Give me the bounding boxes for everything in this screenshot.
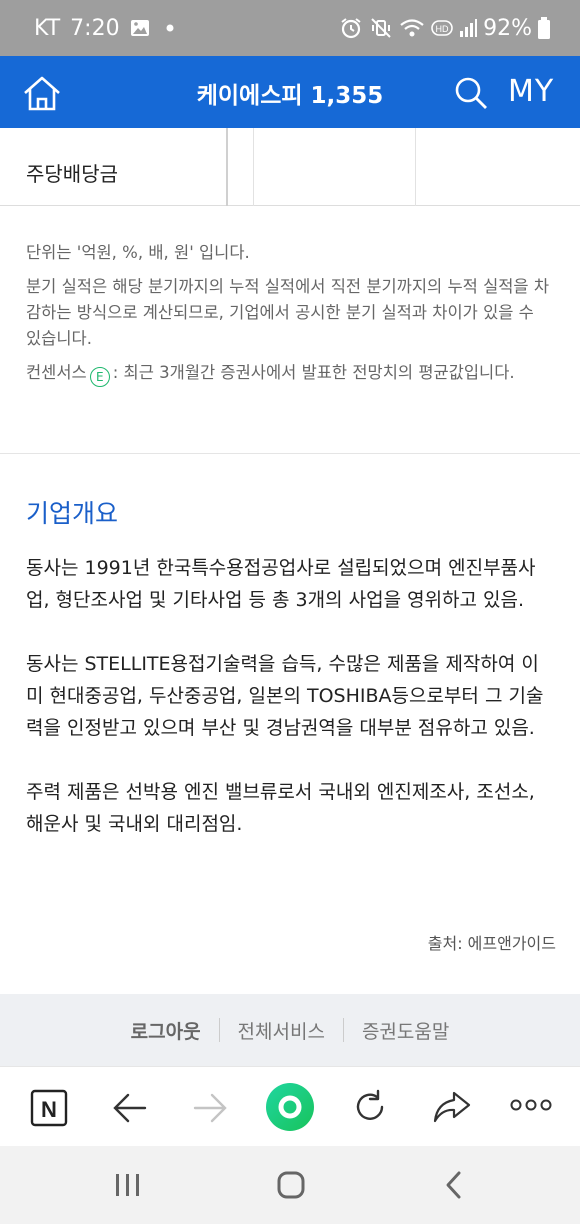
consensus-text: : 최근 3개월간 증권사에서 발표한 전망치의 평균값입니다. [112,363,515,382]
more-button[interactable] [510,1097,552,1117]
home-nav-button[interactable] [276,1170,306,1204]
overview-body: 동사는 1991년 한국특수용접공업사로 설립되었으며 엔진부품사업, 형단조사… [26,552,556,840]
home-icon [24,76,60,111]
recent-apps-icon [116,1174,139,1196]
battery-percent: 92% [483,15,532,41]
source-label: 출처: 에프앤가이드 [427,934,556,953]
search-icon [455,77,487,109]
unit-note: 단위는 '억원, %, 배, 원' 입니다. [26,243,250,262]
consensus-prefix: 컨센서스 [26,363,87,382]
forward-arrow-icon [193,1093,227,1123]
overview-paragraph: 동사는 STELLITE용접기술력을 습득, 수많은 제품을 제작하여 이미 현… [26,653,544,739]
gallery-icon [130,19,150,37]
green-dot-button[interactable] [264,1081,316,1137]
quarter-note: 분기 실적은 해당 분기까지의 누적 실적에서 직전 분기까지의 누적 실적을 … [26,277,550,348]
logout-link[interactable]: 로그아웃 [113,1017,219,1044]
naver-n-icon: N [30,1089,68,1127]
recent-apps-button[interactable] [114,1172,142,1202]
green-dot-icon [266,1083,314,1131]
table-cell [254,128,416,206]
system-nav-bar [0,1146,580,1224]
more-dots-icon [510,1099,552,1111]
footer-links: 로그아웃 전체서비스 증권도움말 [0,994,580,1066]
search-button[interactable] [454,76,488,110]
home-button[interactable] [22,74,62,114]
page-title: 케이에스피 1,355 [196,83,384,109]
back-nav-button[interactable] [442,1170,466,1204]
signal-icon [459,18,478,38]
consensus-note: 컨센서스 E: 최근 3개월간 증권사에서 발표한 전망치의 평균값입니다. [26,360,552,387]
my-button[interactable]: MY [508,74,554,109]
back-button[interactable] [112,1091,148,1129]
overview-paragraph: 주력 제품은 선박용 엔진 밸브류로서 국내외 엔진제조사, 조선소, 해운사 … [26,781,535,835]
time-label: 7:20 [70,15,120,41]
overview-paragraph: 동사는 1991년 한국특수용접공업사로 설립되었으며 엔진부품사업, 형단조사… [26,557,536,611]
back-arrow-icon [113,1093,147,1123]
dot-icon [160,23,180,33]
table-cell [228,128,254,206]
app-header: 케이에스피 1,355 MY [0,56,580,128]
home-nav-icon [277,1171,305,1199]
svg-text:HD: HD [436,24,449,34]
all-services-link[interactable]: 전체서비스 [220,1017,343,1044]
forward-button[interactable] [192,1091,228,1129]
svg-text:N: N [41,1097,57,1122]
back-chevron-icon [446,1171,461,1199]
refresh-button[interactable] [352,1089,388,1129]
wifi-icon [399,17,425,39]
share-button[interactable] [432,1089,472,1129]
company-overview: 기업개요 동사는 1991년 한국특수용접공업사로 설립되었으며 엔진부품사업,… [0,456,580,992]
dividend-row: 주당배당금 [0,128,580,206]
share-arrow-icon [433,1091,471,1123]
hd-icon: HD [431,19,453,37]
table-cell [416,128,580,206]
browser-toolbar: N [0,1066,580,1146]
alarm-icon [339,16,363,40]
row-label: 주당배당금 [0,128,228,206]
vibrate-mute-icon [369,16,393,40]
carrier-label: KT [34,15,61,41]
consensus-badge-icon: E [89,367,110,387]
naver-home-button[interactable]: N [30,1089,68,1131]
refresh-icon [356,1089,384,1120]
help-link[interactable]: 증권도움말 [344,1017,467,1044]
battery-icon [538,17,550,39]
notes-section: 단위는 '억원, %, 배, 원' 입니다. 분기 실적은 해당 분기까지의 누… [0,206,580,454]
status-bar: KT 7:20 HD 92% [0,0,580,56]
overview-title: 기업개요 [26,499,119,528]
